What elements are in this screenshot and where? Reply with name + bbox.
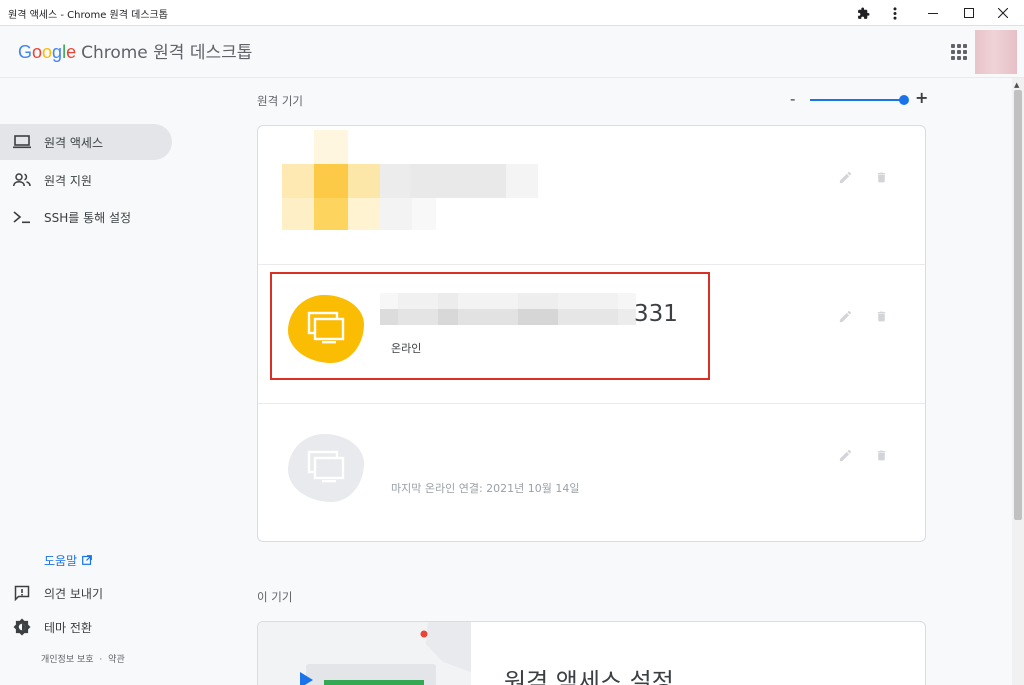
sidebar: 원격 액세스 원격 지원 SSH를 통해 설정 도움말 의견 보내기 테마 전환… — [0, 78, 240, 685]
window-titlebar: 원격 액세스 - Chrome 원격 데스크톱 — [0, 0, 1024, 26]
this-device-heading: 원격 액세스 설정 — [504, 668, 674, 685]
main-content: 원격 기기 - + 331 온라인 마지막 온라인 연결: 2021년 10월 … — [240, 78, 1012, 685]
extensions-icon[interactable] — [846, 0, 880, 26]
edit-icon[interactable] — [836, 307, 854, 325]
help-link[interactable]: 도움말 — [44, 552, 93, 569]
brightness-icon — [13, 618, 31, 636]
maximize-button[interactable] — [952, 0, 986, 26]
open-in-new-icon — [82, 554, 93, 568]
device-thumbnail — [258, 130, 538, 230]
device-row[interactable]: 마지막 온라인 연결: 2021년 10월 14일 — [258, 404, 925, 541]
feedback-icon — [13, 584, 31, 602]
delete-icon[interactable] — [872, 307, 890, 325]
google-apps-icon[interactable] — [951, 44, 967, 60]
device-offline-avatar — [288, 434, 364, 502]
edit-icon[interactable] — [836, 446, 854, 464]
people-icon — [13, 171, 31, 189]
delete-icon[interactable] — [872, 446, 890, 464]
page-scrollbar[interactable]: ▲ — [1012, 78, 1024, 685]
zoom-slider[interactable]: - + — [790, 88, 980, 110]
remote-devices-title: 원격 기기 — [257, 94, 303, 108]
close-button[interactable] — [986, 0, 1020, 26]
window-title: 원격 액세스 - Chrome 원격 데스크톱 — [8, 10, 168, 21]
send-feedback-button[interactable]: 의견 보내기 — [0, 578, 200, 608]
chrome-remote-desktop-logo[interactable]: Google Chrome 원격 데스크톱 — [18, 38, 252, 63]
setup-illustration — [258, 622, 471, 685]
toggle-theme-button[interactable]: 테마 전환 — [0, 612, 200, 642]
this-device-card: 원격 액세스 설정 — [257, 621, 926, 685]
edit-icon[interactable] — [836, 168, 854, 186]
privacy-link[interactable]: 개인정보 보호 — [41, 655, 94, 665]
zoom-track[interactable] — [810, 99, 905, 101]
zoom-in-button[interactable]: + — [915, 88, 928, 107]
terminal-icon — [13, 208, 31, 226]
remote-devices-card: 331 온라인 마지막 온라인 연결: 2021년 10월 14일 — [257, 125, 926, 542]
delete-icon[interactable] — [872, 168, 890, 186]
device-row[interactable]: 331 온라인 — [258, 265, 925, 404]
laptop-icon — [13, 133, 31, 151]
minimize-button[interactable] — [916, 0, 950, 26]
sidebar-item-remote-access[interactable]: 원격 액세스 — [0, 124, 172, 160]
app-header: Google Chrome 원격 데스크톱 — [0, 26, 1024, 78]
scrollbar-thumb[interactable] — [1014, 90, 1022, 520]
this-device-title: 이 기기 — [257, 590, 293, 604]
scroll-up-icon[interactable]: ▲ — [1014, 81, 1019, 89]
zoom-knob[interactable] — [899, 95, 909, 105]
selection-highlight — [270, 272, 710, 380]
terms-link[interactable]: 약관 — [108, 655, 125, 665]
more-vert-icon[interactable] — [878, 0, 912, 26]
account-avatar[interactable] — [975, 30, 1017, 74]
legal-links: 개인정보 보호 · 약관 — [41, 652, 125, 665]
sidebar-item-ssh-setup[interactable]: SSH를 통해 설정 — [0, 199, 172, 235]
product-name: Chrome 원격 데스크톱 — [81, 43, 253, 63]
zoom-out-button[interactable]: - — [790, 90, 795, 108]
monitor-icon — [305, 449, 347, 487]
device-status: 마지막 온라인 연결: 2021년 10월 14일 — [391, 482, 580, 495]
legal-separator: · — [99, 655, 103, 665]
sidebar-item-remote-support[interactable]: 원격 지원 — [0, 162, 172, 198]
device-row[interactable] — [258, 126, 925, 265]
